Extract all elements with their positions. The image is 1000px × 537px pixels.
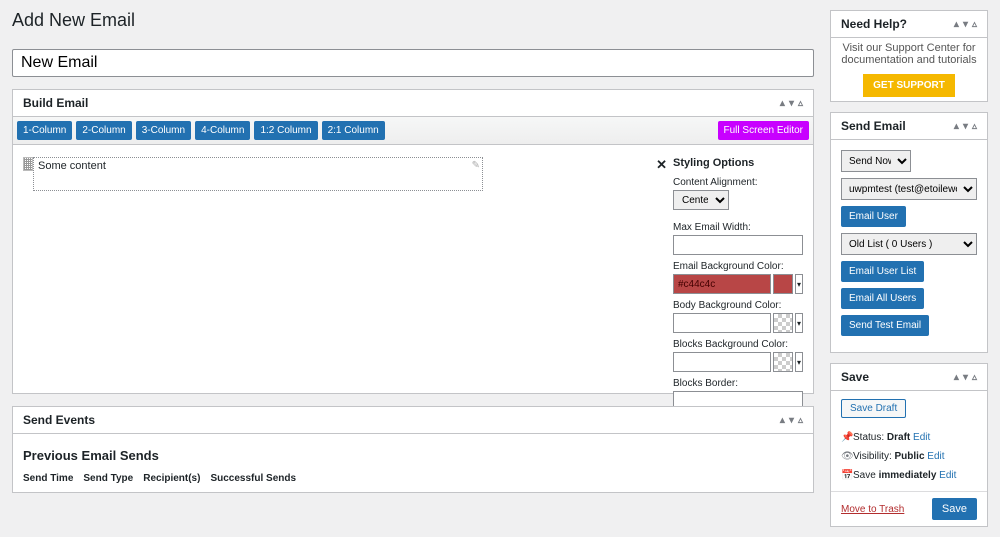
send-heading: Send Email [841, 119, 906, 133]
send-test-button[interactable]: Send Test Email [841, 315, 929, 336]
vis-edit-link[interactable]: Edit [927, 451, 944, 462]
chevron-up-icon[interactable]: ▴ [954, 121, 959, 132]
help-heading: Need Help? [841, 17, 907, 31]
col-1-button[interactable]: 1-Column [17, 121, 72, 140]
emailbg-label: Email Background Color: [673, 261, 803, 272]
vis-label: Visibility: [853, 451, 892, 462]
chevron-down-icon[interactable]: ▾ [963, 19, 968, 30]
styling-heading: Styling Options [673, 157, 803, 169]
bodybg-swatch[interactable] [773, 313, 793, 333]
col-4-button[interactable]: 4-Column [195, 121, 250, 140]
chevron-down-icon[interactable]: ▾ [789, 98, 794, 109]
drag-handle-icon[interactable] [23, 157, 33, 171]
emailbg-swatch[interactable] [773, 274, 793, 294]
blocksbg-input[interactable] [673, 352, 771, 372]
email-title-input[interactable] [12, 49, 814, 77]
chevron-up-icon[interactable]: ▴ [954, 19, 959, 30]
chevron-down-icon[interactable]: ▾ [963, 372, 968, 383]
emailbg-picker-icon[interactable]: ▾ [795, 274, 803, 294]
pencil-icon[interactable]: ✎ [472, 160, 480, 171]
toggle-icon[interactable]: ▵ [972, 19, 977, 30]
build-heading: Build Email [23, 96, 88, 110]
blocksbg-swatch[interactable] [773, 352, 793, 372]
vis-value: Public [895, 451, 925, 462]
status-label: Status: [853, 432, 884, 443]
bodybg-label: Body Background Color: [673, 300, 803, 311]
eye-icon: 👁 [841, 447, 851, 466]
toggle-icon[interactable]: ▵ [972, 121, 977, 132]
bodybg-picker-icon[interactable]: ▾ [795, 313, 803, 333]
col-3-button[interactable]: 3-Column [136, 121, 191, 140]
status-edit-link[interactable]: Edit [913, 432, 930, 443]
status-value: Draft [887, 432, 910, 443]
send-email-box: Send Email ▴ ▾ ▵ Send Now uwpmtest (test@e… [830, 112, 988, 353]
list-select[interactable]: Old List ( 0 Users ) [841, 233, 977, 255]
col-21-button[interactable]: 2:1 Column [322, 121, 385, 140]
chevron-up-icon[interactable]: ▴ [954, 372, 959, 383]
get-support-button[interactable]: GET SUPPORT [863, 74, 955, 97]
content-block[interactable]: Some content ✎ [33, 157, 483, 191]
chevron-down-icon[interactable]: ▾ [789, 415, 794, 426]
th-success: Successful Sends [210, 473, 296, 484]
pin-icon: 📌 [841, 428, 851, 447]
th-sendtime: Send Time [23, 473, 73, 484]
help-box: Need Help? ▴ ▾ ▵ Visit our Support Center … [830, 10, 988, 102]
chevron-up-icon[interactable]: ▴ [780, 415, 785, 426]
toggle-icon[interactable]: ▵ [798, 98, 803, 109]
border-label: Blocks Border: [673, 378, 803, 389]
email-user-button[interactable]: Email User [841, 206, 906, 227]
page-title: Add New Email [12, 10, 814, 31]
send-events-box: Send Events ▴ ▾ ▵ Previous Email Sends S… [12, 406, 814, 493]
blocksbg-picker-icon[interactable]: ▾ [795, 352, 803, 372]
save-box: Save ▴▾▵ Save Draft 📌Status: Draft Edit … [830, 363, 988, 527]
email-all-button[interactable]: Email All Users [841, 288, 924, 309]
col-12-button[interactable]: 1:2 Column [254, 121, 317, 140]
events-heading: Send Events [23, 413, 95, 427]
email-user-list-button[interactable]: Email User List [841, 261, 924, 282]
toggle-icon[interactable]: ▵ [972, 372, 977, 383]
send-when-select[interactable]: Send Now [841, 150, 911, 172]
toggle-icon[interactable]: ▵ [798, 415, 803, 426]
bodybg-input[interactable] [673, 313, 771, 333]
chevron-down-icon[interactable]: ▾ [963, 121, 968, 132]
delete-block-icon[interactable]: ✕ [656, 157, 667, 173]
sched-label: Save [853, 470, 876, 481]
previous-sends-heading: Previous Email Sends [23, 448, 803, 463]
fullscreen-editor-button[interactable]: Full Screen Editor [718, 121, 809, 140]
chevron-up-icon[interactable]: ▴ [780, 98, 785, 109]
save-heading: Save [841, 370, 869, 384]
save-draft-button[interactable]: Save Draft [841, 399, 906, 418]
align-label: Content Alignment: [673, 177, 803, 188]
user-select[interactable]: uwpmtest (test@etoilewebdesign [841, 178, 977, 200]
maxw-input[interactable] [673, 235, 803, 255]
sched-value: immediately [879, 470, 937, 481]
calendar-icon: 📅 [841, 466, 851, 485]
sched-edit-link[interactable]: Edit [939, 470, 956, 481]
align-select[interactable]: Center [673, 190, 729, 210]
move-to-trash-link[interactable]: Move to Trash [841, 504, 904, 515]
content-text: Some content [38, 160, 106, 172]
build-email-box: Build Email ▴ ▾ ▵ 1-Column 2-Column 3-Co… [12, 89, 814, 394]
th-sendtype: Send Type [83, 473, 133, 484]
save-button[interactable]: Save [932, 498, 977, 520]
emailbg-input[interactable] [673, 274, 771, 294]
blocksbg-label: Blocks Background Color: [673, 339, 803, 350]
th-recipients: Recipient(s) [143, 473, 200, 484]
help-text: Visit our Support Center for documentati… [835, 42, 983, 66]
col-2-button[interactable]: 2-Column [76, 121, 131, 140]
maxw-label: Max Email Width: [673, 222, 803, 233]
